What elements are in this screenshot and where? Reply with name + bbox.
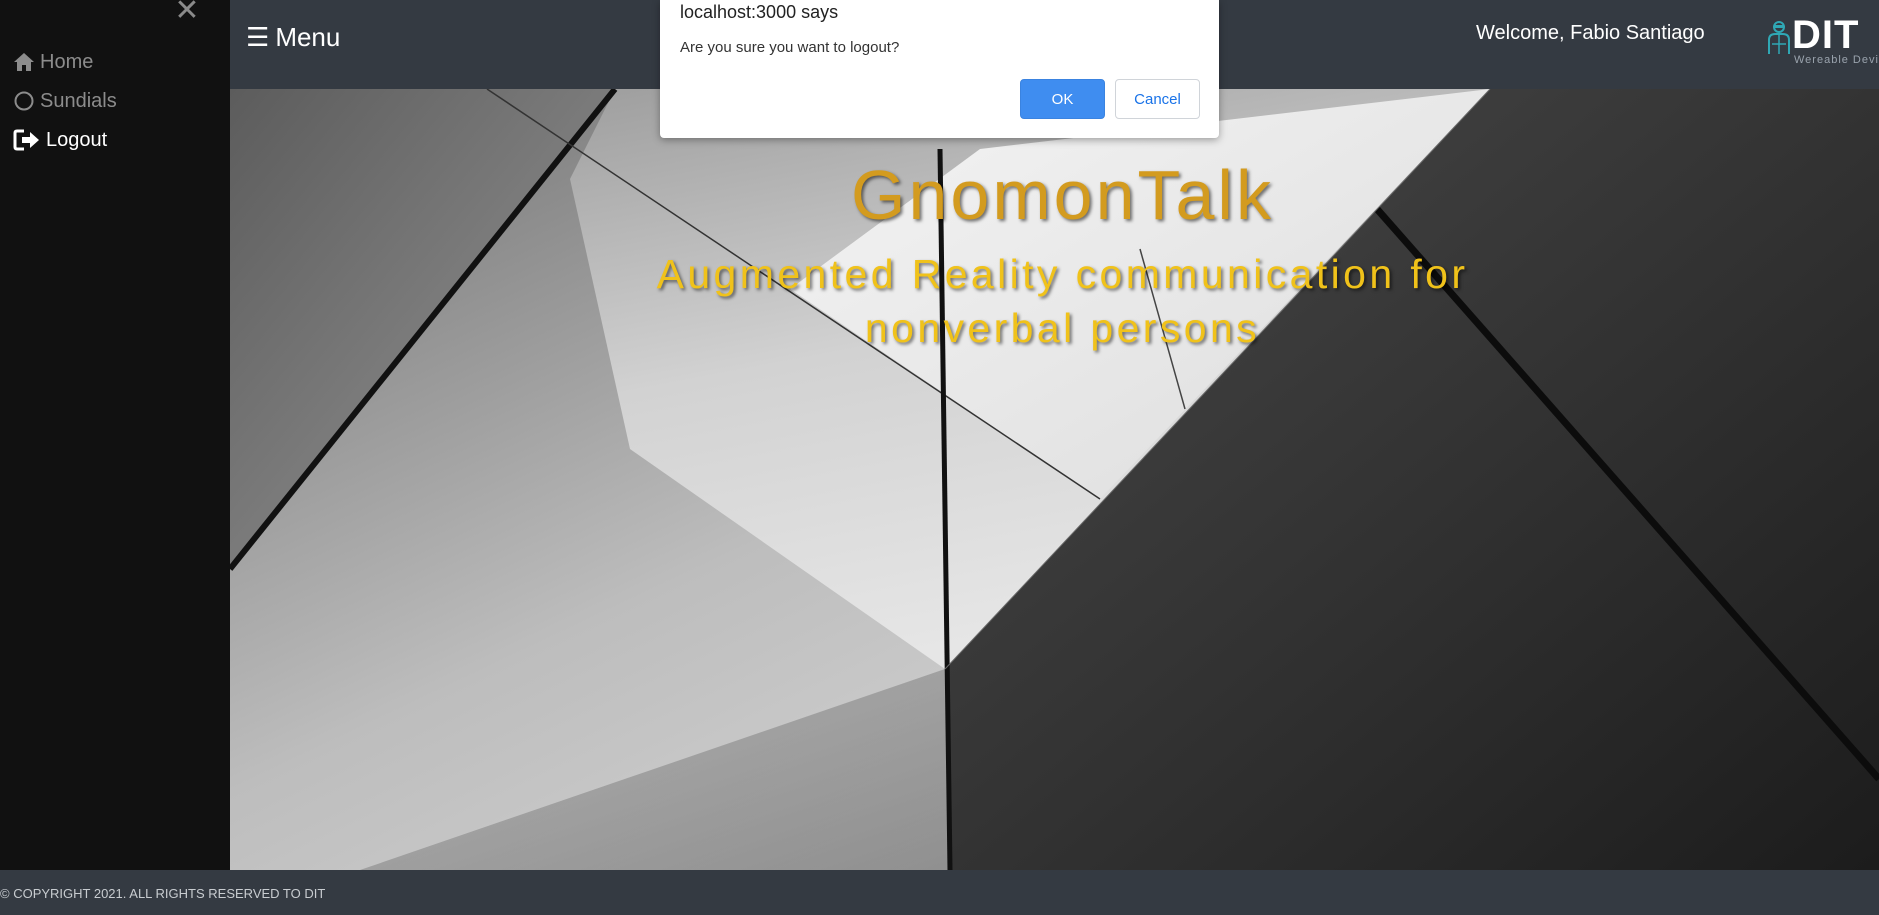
home-icon bbox=[12, 50, 36, 74]
sidebar-item-label: Home bbox=[40, 50, 94, 73]
hero-subtitle: Augmented Reality communication for nonv… bbox=[656, 251, 1469, 351]
logout-confirm-dialog: localhost:3000 says Are you sure you wan… bbox=[660, 0, 1219, 138]
dit-logo: DIT Wereable Device bbox=[1756, 13, 1879, 70]
sidebar-item-label: Logout bbox=[46, 128, 108, 151]
close-icon[interactable]: ✕ bbox=[174, 0, 200, 26]
logo-subtitle: Wereable Device bbox=[1794, 54, 1879, 66]
footer: © COPYRIGHT 2021. ALL RIGHTS RESERVED TO… bbox=[0, 870, 1879, 915]
hamburger-icon: ☰ bbox=[246, 22, 270, 52]
logout-icon bbox=[12, 128, 42, 152]
sidebar-item-home[interactable]: Home bbox=[12, 47, 93, 77]
dialog-message: Are you sure you want to logout? bbox=[680, 39, 900, 56]
logo-text: DIT bbox=[1792, 13, 1860, 57]
app-page: ✕ Home Sundials Logout ☰ Menu Welcome, F… bbox=[0, 0, 1879, 915]
ok-button[interactable]: OK bbox=[1020, 79, 1105, 119]
sidebar-item-sundials[interactable]: Sundials bbox=[12, 86, 117, 116]
sidebar-item-logout[interactable]: Logout bbox=[12, 125, 107, 155]
welcome-text: Welcome, Fabio Santiago bbox=[1476, 22, 1705, 44]
sidebar-item-label: Sundials bbox=[40, 89, 117, 112]
cancel-button[interactable]: Cancel bbox=[1115, 79, 1200, 119]
hero-title: GnomonTalk bbox=[851, 156, 1274, 234]
menu-label: Menu bbox=[275, 22, 341, 52]
menu-toggle-button[interactable]: ☰ Menu bbox=[246, 22, 340, 53]
copyright-text: © COPYRIGHT 2021. ALL RIGHTS RESERVED TO… bbox=[0, 886, 326, 901]
wearable-person-icon bbox=[1768, 21, 1790, 54]
sidebar: ✕ Home Sundials Logout bbox=[0, 0, 230, 870]
hero-banner: GnomonTalk Augmented Reality communicati… bbox=[230, 89, 1879, 870]
dialog-title: localhost:3000 says bbox=[680, 2, 839, 22]
circle-icon bbox=[12, 89, 36, 113]
